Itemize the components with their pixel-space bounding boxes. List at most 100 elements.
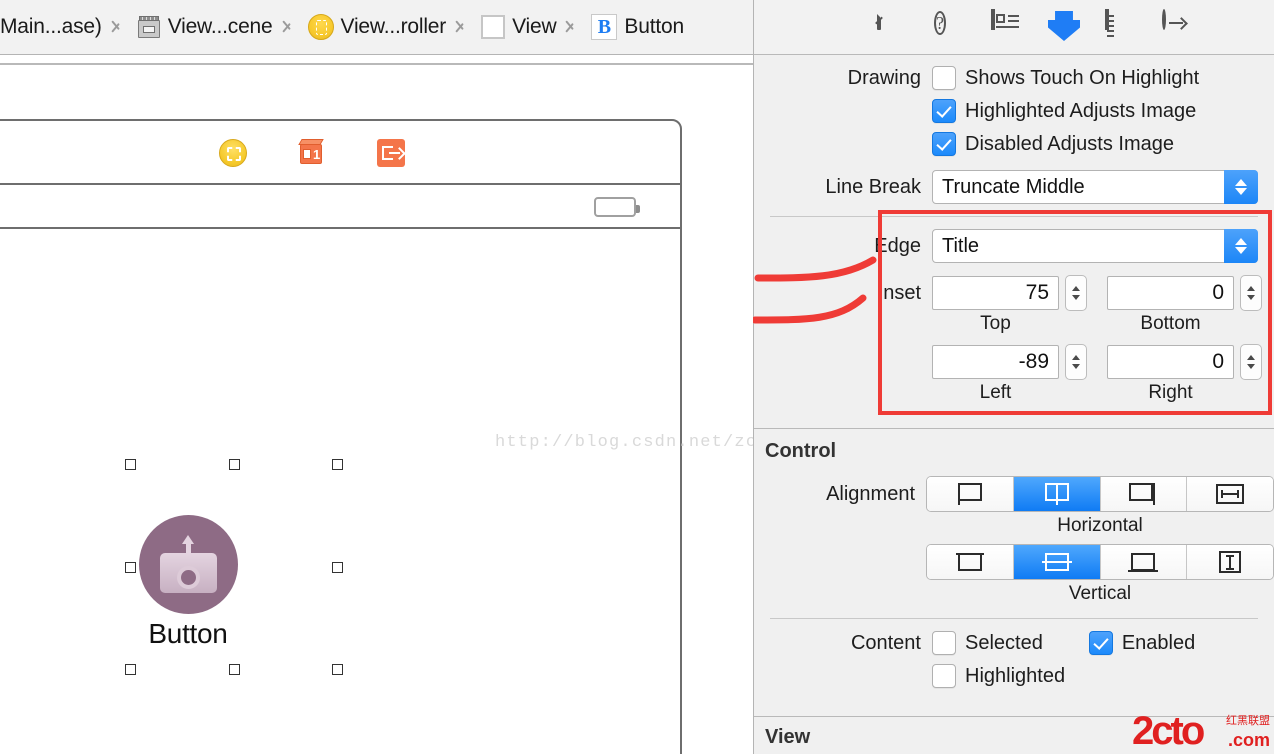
inset-bottom-stepper[interactable] bbox=[1240, 275, 1262, 311]
highlighted-adjusts-image-checkbox[interactable]: Highlighted Adjusts Image bbox=[932, 99, 1196, 123]
highlighted-checkbox[interactable]: Highlighted bbox=[932, 664, 1065, 688]
design-canvas[interactable]: 1 Button http://blog.csdn.net/zc bbox=[0, 55, 753, 754]
breadcrumb-label: View...cene bbox=[167, 15, 273, 38]
line-break-row: Line Break Truncate Middle bbox=[754, 170, 1274, 204]
control-section-header: Control bbox=[754, 429, 1274, 463]
drawing-row-3: Disabled Adjusts Image bbox=[754, 132, 1274, 156]
content-row-2: Highlighted bbox=[754, 664, 1274, 688]
device-status-bar bbox=[0, 185, 680, 229]
chevron-right-icon bbox=[277, 10, 299, 44]
content-row-1: Content Selected Enabled bbox=[754, 631, 1274, 655]
attributes-inspector-icon[interactable] bbox=[1048, 11, 1080, 43]
checkbox-box[interactable] bbox=[932, 664, 956, 688]
inset-bottom-field[interactable]: 0 bbox=[1107, 276, 1234, 310]
inset-right-stepper[interactable] bbox=[1240, 344, 1262, 380]
drawing-row-2: Highlighted Adjusts Image bbox=[754, 99, 1274, 123]
resize-handle[interactable] bbox=[125, 664, 136, 675]
line-break-value: Truncate Middle bbox=[942, 175, 1085, 198]
checkbox-box[interactable] bbox=[1088, 631, 1113, 655]
site-watermark: 2cto .com 红黑联盟 bbox=[1132, 709, 1270, 752]
shows-touch-on-highlight-checkbox[interactable]: Shows Touch On Highlight bbox=[932, 66, 1199, 90]
resolve-auto-layout-issues-icon[interactable]: 1 bbox=[297, 138, 327, 168]
inset-right-field[interactable]: 0 bbox=[1107, 345, 1234, 379]
align-bottom-icon[interactable] bbox=[1100, 545, 1188, 579]
inset-captions-top-bottom: Top Bottom bbox=[754, 313, 1274, 335]
align-fill-horizontal-icon[interactable] bbox=[1187, 477, 1273, 511]
checkbox-box[interactable] bbox=[932, 66, 956, 90]
checkbox-label: Enabled bbox=[1121, 631, 1196, 654]
vertical-alignment-segmented-control[interactable] bbox=[926, 544, 1274, 580]
inset-captions-left-right: Left Right bbox=[754, 382, 1274, 404]
align-center-icon[interactable] bbox=[1013, 477, 1101, 511]
checkbox-box[interactable] bbox=[932, 99, 956, 123]
resize-handle[interactable] bbox=[332, 561, 343, 573]
popup-stepper-arrows-icon[interactable] bbox=[1224, 229, 1258, 263]
horizontal-alignment-segmented-control[interactable] bbox=[926, 476, 1274, 512]
inset-top-caption: Top bbox=[980, 313, 1011, 334]
chevron-right-icon bbox=[106, 10, 128, 44]
resize-handle[interactable] bbox=[125, 561, 136, 573]
control-section-title: Control bbox=[765, 440, 837, 462]
breadcrumb-item-button[interactable]: B Button bbox=[586, 14, 684, 40]
svg-text:.com: .com bbox=[1228, 730, 1270, 750]
inset-row-left-right: -89 0 bbox=[754, 344, 1274, 380]
breadcrumb-label: Main...ase) bbox=[0, 15, 102, 38]
enabled-checkbox[interactable]: Enabled bbox=[1088, 631, 1196, 655]
breadcrumb: Main...ase) View...cene View...roller Vi… bbox=[0, 0, 753, 55]
checkbox-label: Shows Touch On Highlight bbox=[965, 66, 1200, 89]
align-fill-vertical-icon[interactable] bbox=[1187, 545, 1273, 579]
popup-stepper-arrows-icon[interactable] bbox=[1224, 170, 1258, 204]
inset-left-stepper[interactable] bbox=[1065, 344, 1087, 380]
breadcrumb-item-storyboard[interactable]: Main...ase) bbox=[0, 15, 102, 39]
inset-left-field[interactable]: -89 bbox=[932, 345, 1059, 379]
breadcrumb-item-scene[interactable]: View...cene bbox=[132, 15, 273, 39]
attributes-inspector-panel: ? Drawing Shows Touch On Highlight Highl… bbox=[753, 0, 1274, 754]
align-constraint-icon[interactable] bbox=[219, 139, 247, 167]
inset-top-field[interactable]: 75 bbox=[932, 276, 1059, 310]
resize-handle[interactable] bbox=[125, 459, 136, 470]
file-inspector-icon[interactable] bbox=[877, 9, 909, 43]
line-break-label: Line Break bbox=[825, 175, 921, 198]
inset-top-stepper[interactable] bbox=[1065, 275, 1087, 311]
inset-right-caption: Right bbox=[1148, 382, 1193, 403]
identity-inspector-icon[interactable] bbox=[991, 9, 1023, 43]
disabled-adjusts-image-checkbox[interactable]: Disabled Adjusts Image bbox=[932, 132, 1174, 156]
align-top-icon[interactable] bbox=[927, 545, 1014, 579]
breadcrumb-item-view[interactable]: View bbox=[476, 15, 557, 39]
vertical-caption-row: Vertical bbox=[754, 583, 1274, 605]
view-controller-icon bbox=[307, 14, 334, 40]
horizontal-caption-row: Horizontal bbox=[754, 515, 1274, 537]
edge-row: Edge Title bbox=[754, 229, 1274, 263]
quick-help-inspector-icon[interactable]: ? bbox=[934, 11, 966, 43]
alignment-vertical-row bbox=[754, 544, 1274, 580]
view-section-title: View bbox=[765, 726, 811, 748]
svg-text:红黑联盟: 红黑联盟 bbox=[1226, 714, 1270, 727]
resize-handle[interactable] bbox=[332, 459, 343, 470]
divider bbox=[770, 216, 1258, 217]
resize-handle[interactable] bbox=[332, 664, 343, 675]
resize-handle[interactable] bbox=[228, 459, 240, 470]
checkbox-box[interactable] bbox=[932, 631, 956, 655]
battery-icon bbox=[594, 197, 640, 217]
button-title-label: Button bbox=[148, 618, 228, 649]
breadcrumb-item-view-controller[interactable]: View...roller bbox=[303, 14, 446, 40]
alignment-horizontal-row: Alignment bbox=[754, 476, 1274, 512]
checkbox-box[interactable] bbox=[932, 132, 956, 156]
align-middle-icon[interactable] bbox=[1013, 545, 1101, 579]
resize-handle[interactable] bbox=[228, 664, 240, 675]
chevron-right-icon bbox=[560, 10, 582, 44]
edge-popup[interactable]: Title bbox=[932, 229, 1258, 263]
checkbox-label: Highlighted bbox=[965, 664, 1066, 687]
align-right-icon[interactable] bbox=[1100, 477, 1188, 511]
update-frames-icon[interactable] bbox=[377, 139, 406, 167]
inset-left-caption: Left bbox=[979, 382, 1012, 403]
alignment-label: Alignment bbox=[826, 482, 915, 505]
size-inspector-icon[interactable] bbox=[1105, 9, 1137, 43]
camera-upload-icon bbox=[138, 515, 238, 614]
align-left-icon[interactable] bbox=[927, 477, 1014, 511]
selected-button[interactable]: Button bbox=[137, 515, 239, 660]
edge-value: Title bbox=[942, 234, 980, 257]
line-break-popup[interactable]: Truncate Middle bbox=[932, 170, 1258, 204]
selected-checkbox[interactable]: Selected bbox=[932, 631, 1043, 655]
connections-inspector-icon[interactable] bbox=[1162, 9, 1194, 43]
